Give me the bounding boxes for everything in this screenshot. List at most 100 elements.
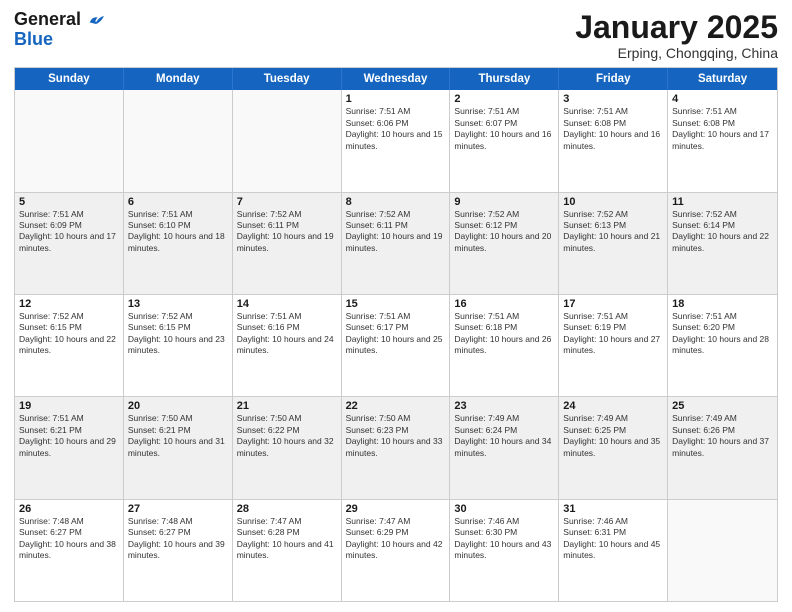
day-info: Sunrise: 7:48 AM Sunset: 6:27 PM Dayligh… <box>19 516 119 562</box>
day-info: Sunrise: 7:48 AM Sunset: 6:27 PM Dayligh… <box>128 516 228 562</box>
day-number: 9 <box>454 196 554 208</box>
calendar-cell-empty-0-0 <box>15 90 124 191</box>
calendar-cell-15: 15Sunrise: 7:51 AM Sunset: 6:17 PM Dayli… <box>342 295 451 396</box>
day-info: Sunrise: 7:49 AM Sunset: 6:26 PM Dayligh… <box>672 413 773 459</box>
day-number: 31 <box>563 503 663 515</box>
calendar-cell-24: 24Sunrise: 7:49 AM Sunset: 6:25 PM Dayli… <box>559 397 668 498</box>
day-number: 1 <box>346 93 446 105</box>
calendar-cell-1: 1Sunrise: 7:51 AM Sunset: 6:06 PM Daylig… <box>342 90 451 191</box>
day-info: Sunrise: 7:50 AM Sunset: 6:23 PM Dayligh… <box>346 413 446 459</box>
day-number: 28 <box>237 503 337 515</box>
day-info: Sunrise: 7:47 AM Sunset: 6:28 PM Dayligh… <box>237 516 337 562</box>
calendar-cell-26: 26Sunrise: 7:48 AM Sunset: 6:27 PM Dayli… <box>15 500 124 601</box>
day-info: Sunrise: 7:49 AM Sunset: 6:25 PM Dayligh… <box>563 413 663 459</box>
calendar: SundayMondayTuesdayWednesdayThursdayFrid… <box>14 67 778 602</box>
calendar-cell-31: 31Sunrise: 7:46 AM Sunset: 6:31 PM Dayli… <box>559 500 668 601</box>
calendar-cell-30: 30Sunrise: 7:46 AM Sunset: 6:30 PM Dayli… <box>450 500 559 601</box>
day-info: Sunrise: 7:49 AM Sunset: 6:24 PM Dayligh… <box>454 413 554 459</box>
logo-bird-icon <box>88 14 104 26</box>
day-info: Sunrise: 7:51 AM Sunset: 6:09 PM Dayligh… <box>19 209 119 255</box>
day-info: Sunrise: 7:46 AM Sunset: 6:30 PM Dayligh… <box>454 516 554 562</box>
calendar-cell-14: 14Sunrise: 7:51 AM Sunset: 6:16 PM Dayli… <box>233 295 342 396</box>
logo-general: General <box>14 9 81 29</box>
calendar-cell-3: 3Sunrise: 7:51 AM Sunset: 6:08 PM Daylig… <box>559 90 668 191</box>
day-number: 26 <box>19 503 119 515</box>
day-info: Sunrise: 7:52 AM Sunset: 6:11 PM Dayligh… <box>237 209 337 255</box>
day-info: Sunrise: 7:51 AM Sunset: 6:21 PM Dayligh… <box>19 413 119 459</box>
day-info: Sunrise: 7:51 AM Sunset: 6:19 PM Dayligh… <box>563 311 663 357</box>
calendar-cell-8: 8Sunrise: 7:52 AM Sunset: 6:11 PM Daylig… <box>342 193 451 294</box>
day-info: Sunrise: 7:51 AM Sunset: 6:17 PM Dayligh… <box>346 311 446 357</box>
calendar-cell-23: 23Sunrise: 7:49 AM Sunset: 6:24 PM Dayli… <box>450 397 559 498</box>
logo: General Blue <box>14 10 104 50</box>
day-number: 11 <box>672 196 773 208</box>
day-number: 23 <box>454 400 554 412</box>
header: General Blue January 2025 Erping, Chongq… <box>14 10 778 61</box>
day-info: Sunrise: 7:51 AM Sunset: 6:07 PM Dayligh… <box>454 106 554 152</box>
calendar-cell-5: 5Sunrise: 7:51 AM Sunset: 6:09 PM Daylig… <box>15 193 124 294</box>
day-number: 5 <box>19 196 119 208</box>
day-number: 20 <box>128 400 228 412</box>
logo-text: General <box>14 10 104 30</box>
weekday-header-tuesday: Tuesday <box>233 68 342 90</box>
day-info: Sunrise: 7:51 AM Sunset: 6:10 PM Dayligh… <box>128 209 228 255</box>
day-info: Sunrise: 7:51 AM Sunset: 6:16 PM Dayligh… <box>237 311 337 357</box>
day-number: 19 <box>19 400 119 412</box>
location: Erping, Chongqing, China <box>575 45 778 61</box>
weekday-header-sunday: Sunday <box>15 68 124 90</box>
day-number: 29 <box>346 503 446 515</box>
title-area: January 2025 Erping, Chongqing, China <box>575 10 778 61</box>
calendar-cell-13: 13Sunrise: 7:52 AM Sunset: 6:15 PM Dayli… <box>124 295 233 396</box>
day-number: 15 <box>346 298 446 310</box>
calendar-cell-9: 9Sunrise: 7:52 AM Sunset: 6:12 PM Daylig… <box>450 193 559 294</box>
weekday-header-wednesday: Wednesday <box>342 68 451 90</box>
calendar-cell-4: 4Sunrise: 7:51 AM Sunset: 6:08 PM Daylig… <box>668 90 777 191</box>
day-number: 2 <box>454 93 554 105</box>
day-info: Sunrise: 7:52 AM Sunset: 6:13 PM Dayligh… <box>563 209 663 255</box>
calendar-cell-11: 11Sunrise: 7:52 AM Sunset: 6:14 PM Dayli… <box>668 193 777 294</box>
calendar-cell-6: 6Sunrise: 7:51 AM Sunset: 6:10 PM Daylig… <box>124 193 233 294</box>
day-info: Sunrise: 7:52 AM Sunset: 6:14 PM Dayligh… <box>672 209 773 255</box>
weekday-header-monday: Monday <box>124 68 233 90</box>
day-number: 3 <box>563 93 663 105</box>
logo-blue: Blue <box>14 30 53 50</box>
day-info: Sunrise: 7:52 AM Sunset: 6:15 PM Dayligh… <box>128 311 228 357</box>
weekday-header-friday: Friday <box>559 68 668 90</box>
calendar-cell-29: 29Sunrise: 7:47 AM Sunset: 6:29 PM Dayli… <box>342 500 451 601</box>
calendar-cell-2: 2Sunrise: 7:51 AM Sunset: 6:07 PM Daylig… <box>450 90 559 191</box>
calendar-cell-20: 20Sunrise: 7:50 AM Sunset: 6:21 PM Dayli… <box>124 397 233 498</box>
calendar-row-2: 12Sunrise: 7:52 AM Sunset: 6:15 PM Dayli… <box>15 295 777 397</box>
day-number: 21 <box>237 400 337 412</box>
day-number: 13 <box>128 298 228 310</box>
day-number: 4 <box>672 93 773 105</box>
calendar-row-0: 1Sunrise: 7:51 AM Sunset: 6:06 PM Daylig… <box>15 90 777 192</box>
day-number: 7 <box>237 196 337 208</box>
day-info: Sunrise: 7:51 AM Sunset: 6:08 PM Dayligh… <box>563 106 663 152</box>
day-number: 22 <box>346 400 446 412</box>
day-info: Sunrise: 7:52 AM Sunset: 6:11 PM Dayligh… <box>346 209 446 255</box>
calendar-cell-28: 28Sunrise: 7:47 AM Sunset: 6:28 PM Dayli… <box>233 500 342 601</box>
day-number: 14 <box>237 298 337 310</box>
calendar-cell-18: 18Sunrise: 7:51 AM Sunset: 6:20 PM Dayli… <box>668 295 777 396</box>
day-number: 16 <box>454 298 554 310</box>
day-number: 6 <box>128 196 228 208</box>
calendar-row-4: 26Sunrise: 7:48 AM Sunset: 6:27 PM Dayli… <box>15 500 777 601</box>
calendar-cell-empty-4-6 <box>668 500 777 601</box>
calendar-cell-empty-0-1 <box>124 90 233 191</box>
calendar-cell-19: 19Sunrise: 7:51 AM Sunset: 6:21 PM Dayli… <box>15 397 124 498</box>
day-info: Sunrise: 7:51 AM Sunset: 6:18 PM Dayligh… <box>454 311 554 357</box>
day-info: Sunrise: 7:47 AM Sunset: 6:29 PM Dayligh… <box>346 516 446 562</box>
day-number: 10 <box>563 196 663 208</box>
day-number: 8 <box>346 196 446 208</box>
day-info: Sunrise: 7:50 AM Sunset: 6:21 PM Dayligh… <box>128 413 228 459</box>
calendar-cell-12: 12Sunrise: 7:52 AM Sunset: 6:15 PM Dayli… <box>15 295 124 396</box>
day-info: Sunrise: 7:50 AM Sunset: 6:22 PM Dayligh… <box>237 413 337 459</box>
calendar-cell-16: 16Sunrise: 7:51 AM Sunset: 6:18 PM Dayli… <box>450 295 559 396</box>
day-info: Sunrise: 7:51 AM Sunset: 6:06 PM Dayligh… <box>346 106 446 152</box>
calendar-cell-27: 27Sunrise: 7:48 AM Sunset: 6:27 PM Dayli… <box>124 500 233 601</box>
day-number: 30 <box>454 503 554 515</box>
calendar-body: 1Sunrise: 7:51 AM Sunset: 6:06 PM Daylig… <box>15 90 777 601</box>
calendar-cell-10: 10Sunrise: 7:52 AM Sunset: 6:13 PM Dayli… <box>559 193 668 294</box>
day-info: Sunrise: 7:52 AM Sunset: 6:15 PM Dayligh… <box>19 311 119 357</box>
calendar-row-1: 5Sunrise: 7:51 AM Sunset: 6:09 PM Daylig… <box>15 193 777 295</box>
